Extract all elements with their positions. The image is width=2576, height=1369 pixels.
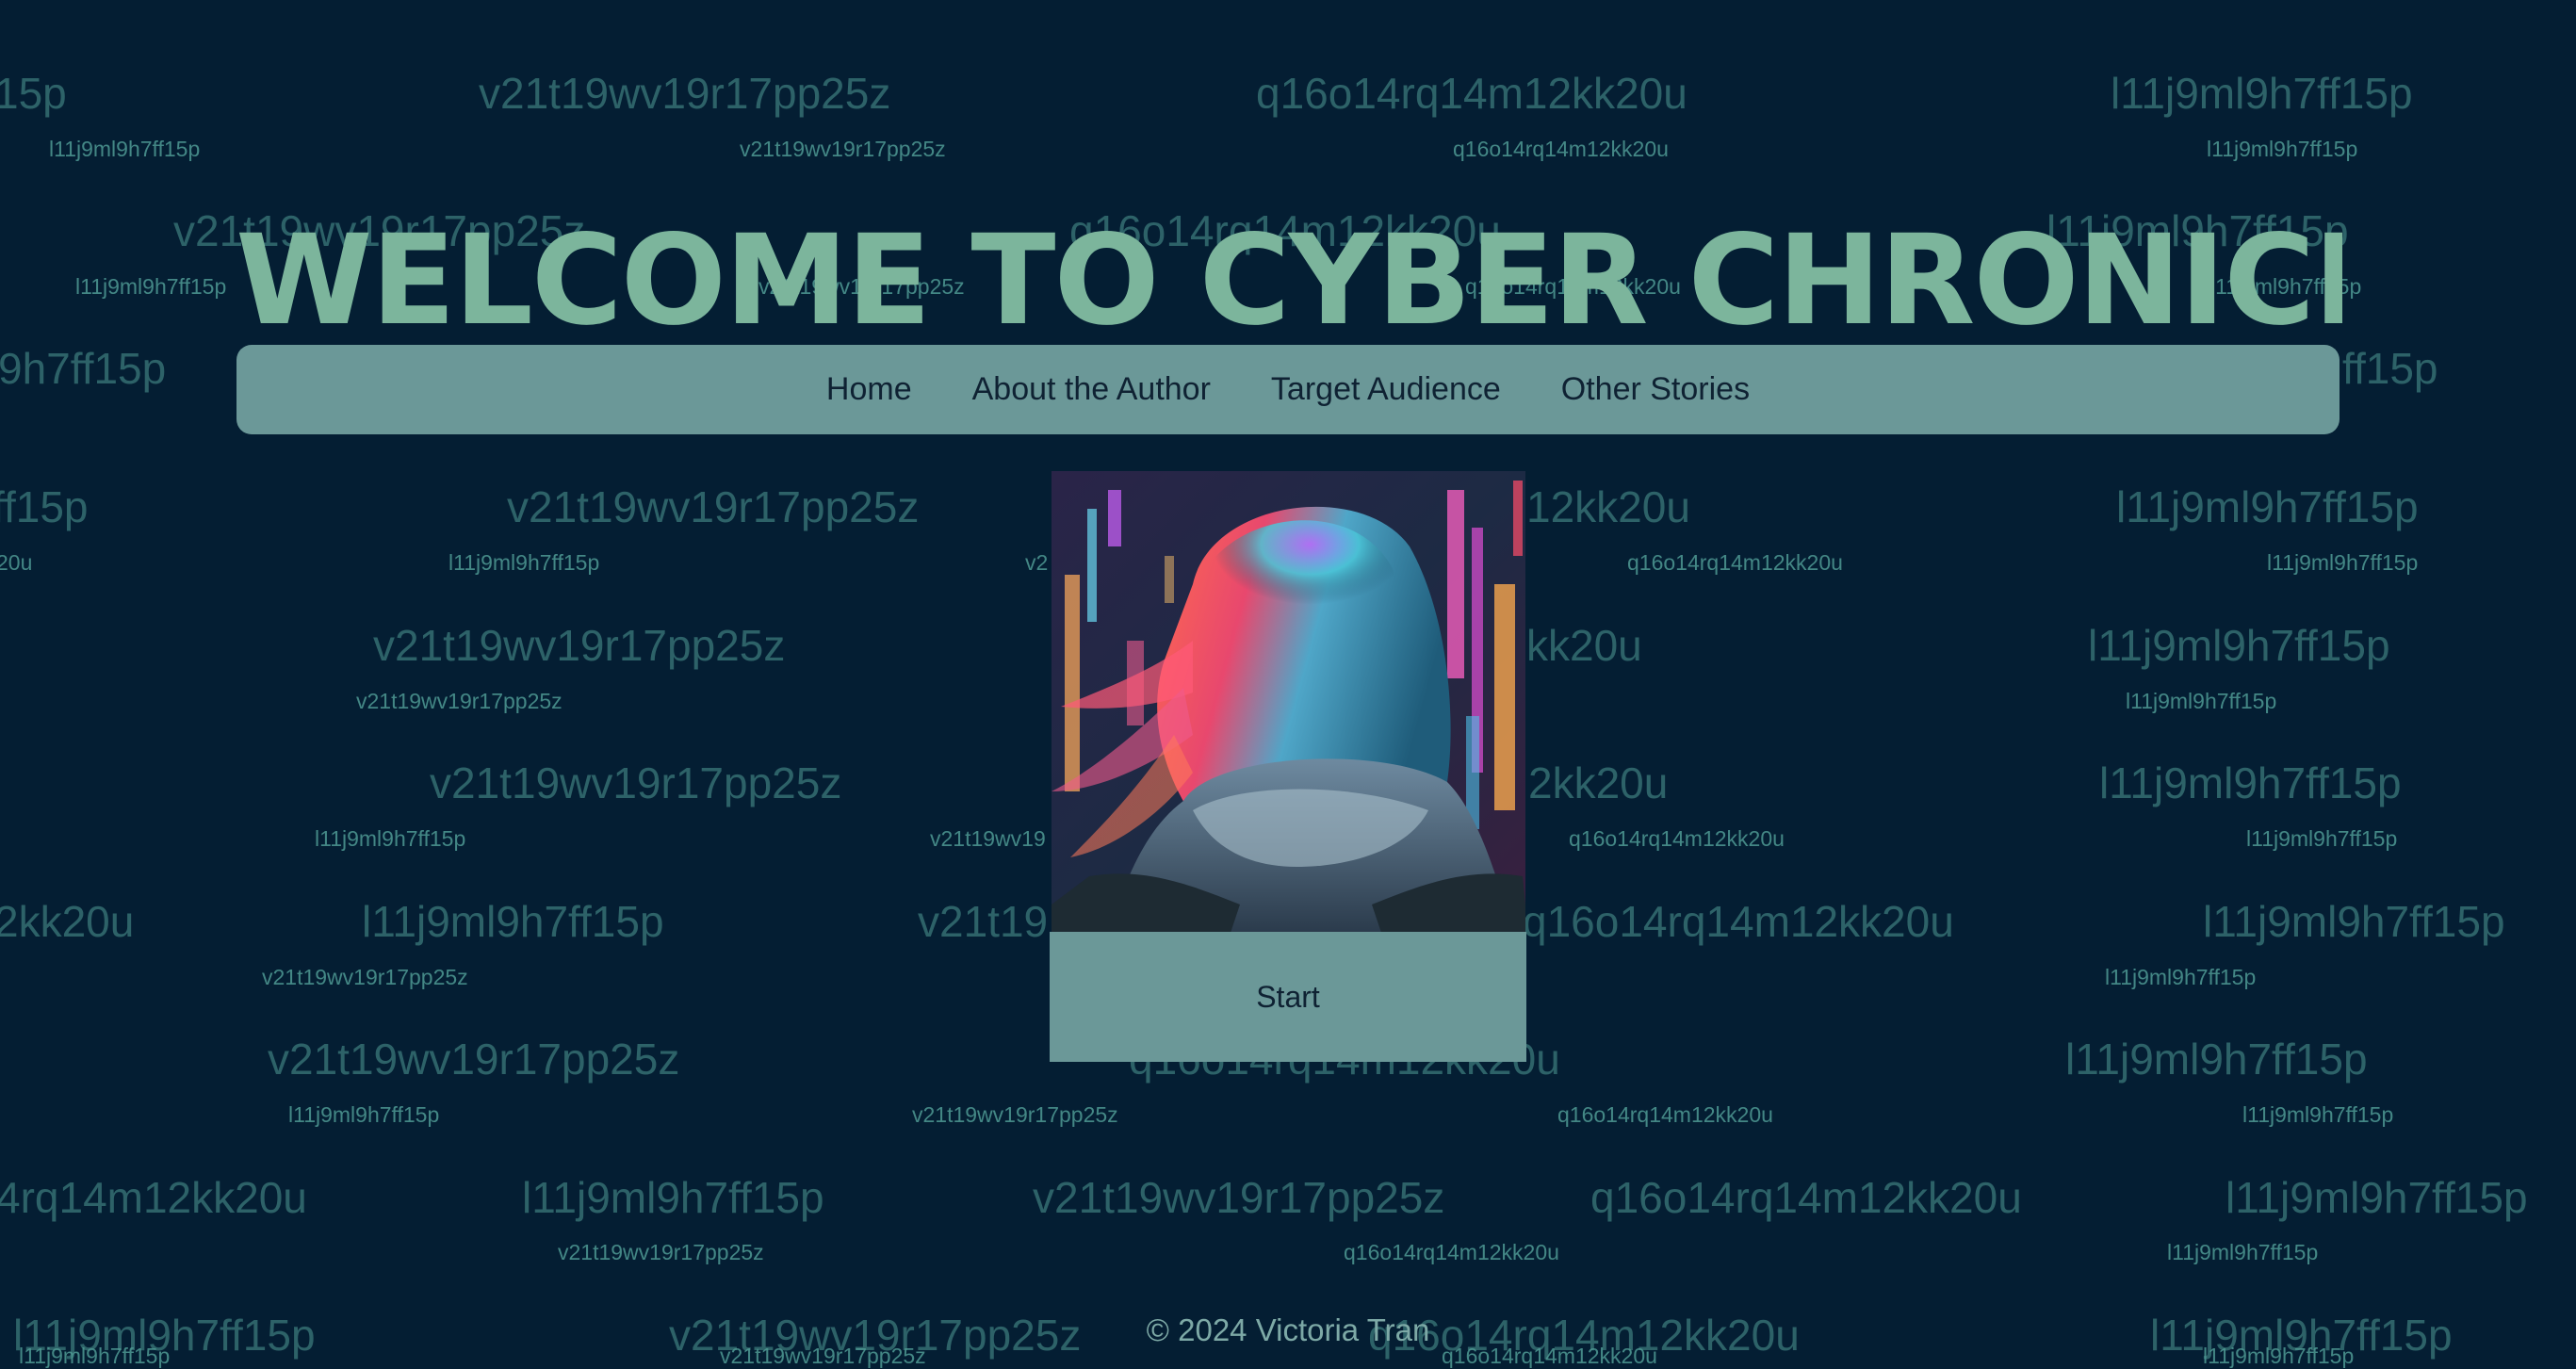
nav-link-home[interactable]: Home [826,371,912,408]
bg-code-text: l11j9ml9h7ff15p [2105,965,2257,989]
bg-code-text: l11j9ml9h7ff15p [522,1173,824,1222]
bg-code-text: l11j9ml9h7ff15p [315,826,466,851]
bg-code-text: v21t19wv19r17pp25z [1033,1173,1445,1222]
bg-code-text: v21t19wv19r17pp25z [479,69,891,118]
story-cover-image [1052,471,1525,933]
bg-code-text: l11j9ml9h7ff15p [2116,482,2419,531]
bg-code-text: 4rq14m12kk20u [0,1173,307,1222]
bg-code-text: v21t19wv19r17pp25z [430,758,842,807]
bg-code-text: v21t19wv19r17pp25z [373,621,786,670]
start-button[interactable]: Start [1050,932,1526,1062]
bg-code-text: 20u [0,550,33,575]
bg-code-text: kk20u [1526,621,1642,670]
bg-code-text: v2 [1025,550,1049,575]
bg-code-text: l11j9ml9h7ff15p [2126,689,2277,713]
bg-code-text: q16o14rq14m12kk20u [1523,897,1954,946]
bg-code-text: l11j9ml9h7ff15p [2267,550,2419,575]
bg-code-text: v21t19wv19r17pp25z [507,482,920,531]
bg-code-text: l11j9ml9h7ff15p [2111,69,2413,118]
bg-code-text: q16o14rq14m12kk20u [1627,550,1843,575]
bg-code-text: q16o14rq14m12kk20u [1256,69,1687,118]
bg-code-text: q16o14rq14m12kk20u [1590,1173,2022,1222]
bg-code-text: l11j9ml9h7ff15p [2088,621,2390,670]
bg-code-text: q16o14rq14m12kk20u [1569,826,1785,851]
page-title: WELCOME TO CYBER CHRONICLES! [236,215,2342,348]
bg-code-text: v21t19wv19r17pp25z [912,1102,1118,1127]
bg-code-text: l11j9ml9h7ff15p [49,137,201,161]
bg-code-text: l11j9ml9h7ff15p [2203,897,2505,946]
nav-link-other-stories[interactable]: Other Stories [1561,371,1750,408]
bg-code-text: l11j9ml9h7ff15p [75,274,227,299]
bg-code-text: l11j9ml9h7ff15p [288,1102,440,1127]
bg-code-text: l11j9ml9h7ff15p [2167,1240,2319,1264]
footer-copyright: © 2024 Victoria Tran [1146,1312,1430,1347]
bg-code-text: q16o14rq14m12kk20u [1557,1102,1773,1127]
bg-code-text: l11j9ml9h7ff15p [2065,1035,2368,1084]
page: 15p v21t19wv19r17pp25z q16o14rq14m12kk20… [0,0,2576,1369]
nav-bar: Home About the Author Target Audience Ot… [236,345,2340,434]
bg-code-text: v21t19wv19r17pp25z [740,137,946,161]
bg-code-text: q16o14rq14m12kk20u [1442,1344,1657,1368]
bg-code-text: v21t19wv19r17pp25z [356,689,562,713]
bg-code-text: 2kk20u [0,897,135,946]
bg-code-text: v21t19wv19r17pp25z [268,1035,680,1084]
bg-code-text: v21t19wv19r17pp25z [558,1240,764,1264]
bg-code-text: 12kk20u [1526,482,1690,531]
bg-code-text: l11j9ml9h7ff15p [448,550,600,575]
bg-code-text: l11j9ml9h7ff15p [2203,1344,2355,1368]
bg-code-text: v21t19 [918,897,1049,946]
cyberpunk-girl-illustration [1052,471,1525,933]
bg-code-text: v21t19wv19r17pp25z [262,965,468,989]
bg-code-text: 2kk20u [1528,758,1669,807]
bg-code-text: l11j9ml9h7ff15p [362,897,664,946]
bg-code-text: l11j9ml9h7ff15p [19,1344,171,1368]
bg-code-text: 15p [0,69,67,118]
bg-code-text: 9h7ff15p [0,344,167,393]
bg-code-text: q16o14rq14m12kk20u [1344,1240,1559,1264]
bg-code-text: l11j9ml9h7ff15p [2246,826,2398,851]
bg-code-text: v21t19wv19 [930,826,1046,851]
bg-code-text: ff15p [2342,344,2438,393]
bg-code-text: q16o14rq14m12kk20u [1453,137,1669,161]
bg-code-text: l11j9ml9h7ff15p [2207,137,2358,161]
bg-code-text: l11j9ml9h7ff15p [2099,758,2402,807]
nav-link-about-the-author[interactable]: About the Author [972,371,1211,408]
bg-code-text: v21t19wv19r17pp25z [720,1344,926,1368]
bg-code-text: l11j9ml9h7ff15p [2225,1173,2528,1222]
nav-link-target-audience[interactable]: Target Audience [1271,371,1501,408]
bg-code-text: ff15p [0,482,89,531]
bg-code-text: l11j9ml9h7ff15p [2242,1102,2394,1127]
